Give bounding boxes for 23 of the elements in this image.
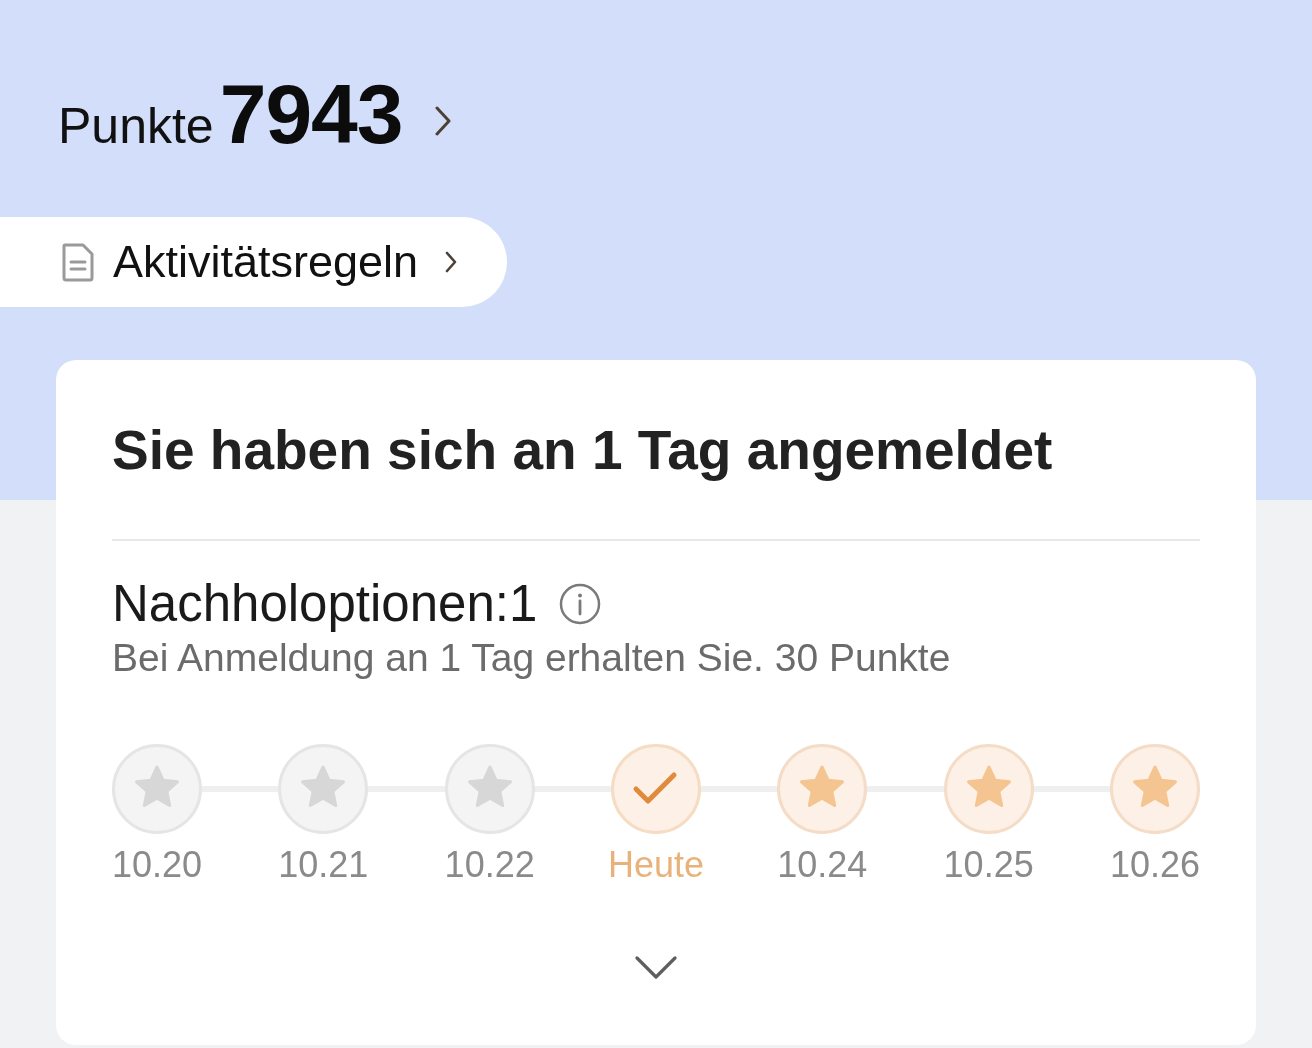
star-circle-icon (777, 744, 868, 834)
day-label: 10.26 (1109, 844, 1200, 886)
points-value: 7943 (219, 72, 403, 156)
day-label: 10.22 (444, 844, 535, 886)
points-label: Punkte (58, 101, 214, 151)
info-icon[interactable] (559, 583, 602, 625)
document-icon (62, 242, 94, 282)
reward-text: Bei Anmeldung an 1 Tag erhalten Sie. 30 Punkte (112, 635, 952, 681)
star-circle-icon (1109, 744, 1200, 834)
chevron-right-icon (445, 251, 458, 273)
day-label: 10.25 (943, 844, 1034, 886)
activity-rules-button[interactable]: Aktivitätsregeln (0, 217, 507, 307)
star-circle-icon (943, 744, 1034, 834)
makeup-options-label: Nachholoptionen:1 (112, 577, 538, 631)
check-circle-icon (611, 744, 701, 834)
day-label: 10.20 (111, 844, 203, 886)
chevron-down-icon (635, 956, 677, 980)
day-label: Heute (607, 844, 705, 886)
day-label: 10.24 (777, 844, 868, 886)
expand-button[interactable] (635, 956, 677, 980)
card-title: Sie haben sich an 1 Tag angemeldet (112, 418, 1054, 480)
day-label: 10.21 (278, 844, 369, 886)
chevron-right-icon[interactable] (434, 106, 451, 136)
